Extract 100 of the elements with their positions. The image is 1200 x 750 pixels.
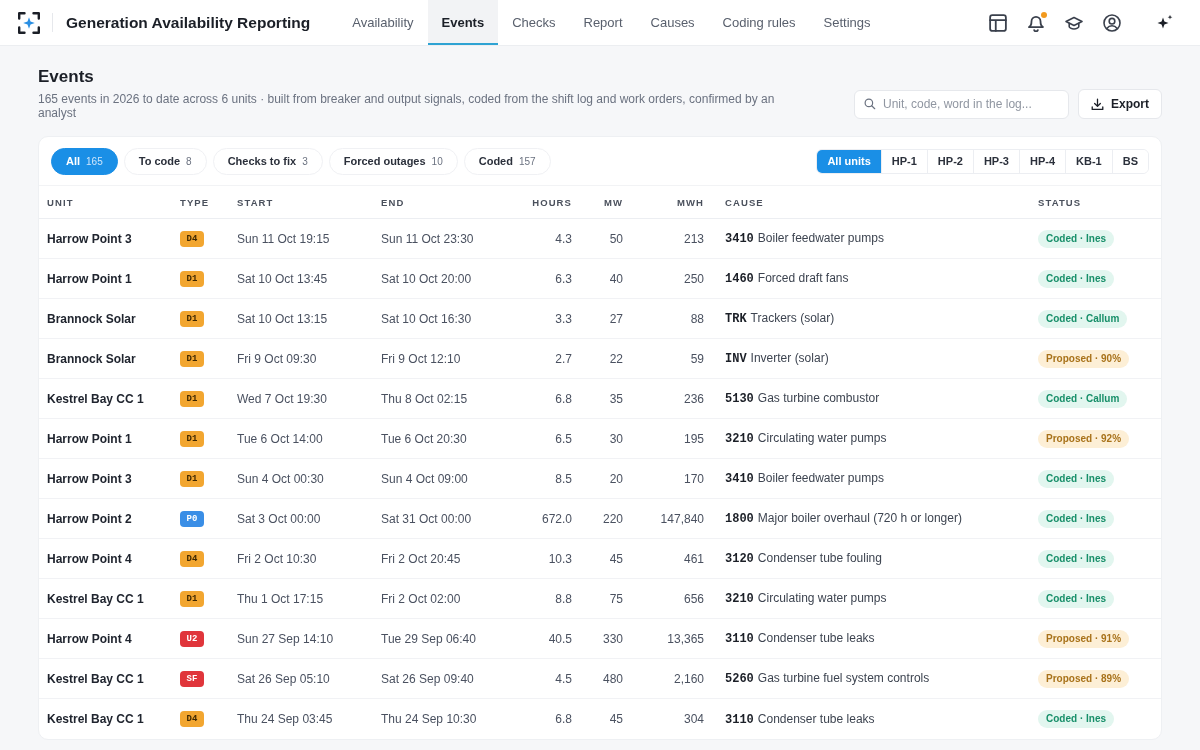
cause-code: INV [725,352,747,366]
cause-description: Condenser tube leaks [757,631,875,645]
cause-code: 1460 [725,272,754,286]
mwh-cell-text: 2,160 [672,671,704,686]
mwh-cell-text: 213 [682,231,704,246]
mw-cell-text: 22 [608,351,623,366]
event-type-tag: P0 [180,510,204,527]
unit-cell-text: Brannock Solar [47,351,137,366]
mw-cell-text: 27 [608,311,623,326]
page-subtitle: 165 events in 2026 to date across 6 units · built from breaker and output signals, coded from the shift log and work orders, confirmed by an analyst [38,92,776,120]
start-cell-text: Thu 24 Sep 03:45 [237,712,334,726]
cause-description: Boiler feedwater pumps [757,471,884,485]
start-cell-text: Fri 9 Oct 09:30 [237,351,318,366]
end-cell-text: Tue 6 Oct 20:30 [381,431,468,446]
event-type-tag: D1 [180,590,204,607]
status-tag: Coded · Ines [1038,710,1114,728]
mw-cell-text: 330 [601,631,623,646]
nav-tab[interactable]: Settings [809,0,885,45]
start-cell-text: Sun 4 Oct 00:30 [237,471,325,486]
start-cell-text: Tue 6 Oct 14:00 [237,431,324,446]
event-type-tag: SF [180,670,204,687]
bell-icon[interactable] [1027,13,1045,32]
end-cell-text: Sun 11 Oct 23:30 [381,231,475,246]
mwh-cell-text: 147,840 [659,511,704,526]
nav-tab[interactable]: Coding rules [708,0,810,45]
mw-cell-text: 45 [608,551,623,566]
column-header: START [237,196,275,208]
event-type-tag: D1 [180,310,204,327]
cause-description: Gas turbine fuel system controls [757,671,930,685]
logo-icon [18,11,40,34]
filter-tab[interactable]: Forced outages 10 [328,147,458,175]
end-cell-text: Fri 2 Oct 20:45 [381,551,462,566]
hours-cell-text: 6.8 [554,391,572,406]
status-tag: Proposed · 89% [1038,669,1130,688]
filter-tab[interactable]: To code 8 [123,147,207,175]
export-button[interactable]: Export [1078,89,1162,119]
unit-cell-text: Harrow Point 4 [47,551,133,566]
unit-cell-text: Kestrel Bay CC 1 [47,712,145,726]
mwh-cell-text: 236 [682,391,704,406]
page-title: Events [38,66,95,88]
mw-cell-text: 35 [608,391,623,406]
cause-code: 3120 [725,552,754,566]
nav-tab[interactable]: Checks [498,0,570,45]
nav-tab[interactable]: Availability [338,0,428,45]
panel-layout-icon[interactable] [989,13,1007,32]
cause-description: Boiler feedwater pumps [757,231,884,245]
unit-filter-tab[interactable]: BS [1111,149,1148,173]
hours-cell-text: 4.5 [554,671,572,686]
cause-code: 5260 [725,672,754,686]
cause-description: Condenser tube leaks [757,711,875,726]
hours-cell-text: 672.0 [540,511,572,526]
status-tag: Coded · Ines [1038,549,1114,568]
column-header: TYPE [180,196,211,208]
nav-tab[interactable]: Report [569,0,637,45]
start-cell-text: Wed 7 Oct 19:30 [237,391,328,406]
nav-tab[interactable]: Events [427,0,499,45]
hours-cell-text: 10.3 [547,551,572,566]
unit-cell-text: Kestrel Bay CC 1 [47,591,145,606]
start-cell-text: Sat 3 Oct 00:00 [237,511,322,526]
start-cell-text: Sat 10 Oct 13:15 [237,311,329,326]
filter-tab[interactable]: Checks to fix 3 [212,147,323,175]
cause-code: 1800 [725,512,754,526]
mwh-cell-text: 195 [682,431,704,446]
hours-cell-text: 6.8 [554,712,572,726]
search-field[interactable]: Unit, code, word in the log... [854,89,1069,119]
mw-cell-text: 30 [608,431,623,446]
cause-code: 3210 [725,592,754,606]
mw-cell-text: 220 [601,511,623,526]
hours-cell-text: 6.3 [554,271,572,286]
start-cell-text: Sun 27 Sep 14:10 [237,631,335,646]
column-header: MWH [675,196,704,208]
mwh-cell-text: 461 [682,551,704,566]
cause-code: 3410 [725,472,754,486]
unit-cell-text: Brannock Solar [47,311,137,326]
filter-tab[interactable]: Coded 157 [463,147,551,175]
download-icon [1091,97,1104,111]
mw-cell-text: 20 [608,471,623,486]
search-icon [864,98,876,110]
unit-cell-text: Kestrel Bay CC 1 [47,391,145,406]
hours-cell-text: 8.5 [554,471,572,486]
mwh-cell-text: 170 [682,471,704,486]
cause-description: Circulating water pumps [757,431,887,445]
end-cell-text: Tue 29 Sep 06:40 [381,631,477,646]
cause-description: Forced draft fans [757,271,849,285]
unit-cell-text: Harrow Point 1 [47,431,133,446]
event-type-tag: D4 [180,230,204,247]
unit-cell-text: Harrow Point 3 [47,471,133,486]
mw-cell-text: 45 [608,712,623,726]
mwh-cell-text: 88 [689,311,704,326]
column-header: CAUSE [724,196,765,208]
mwh-cell-text: 656 [682,591,704,606]
start-cell-text: Sat 10 Oct 13:45 [237,271,329,286]
unit-cell-text: Harrow Point 2 [47,511,133,526]
nav-tab[interactable]: Causes [636,0,709,45]
column-header: HOURS [531,196,572,208]
end-cell-text: Thu 24 Sep 10:30 [381,712,478,726]
status-tag: Coded · Ines [1038,229,1114,248]
start-cell-text: Fri 2 Oct 10:30 [237,551,318,566]
user-circle-icon[interactable] [1103,13,1121,32]
end-cell-text: Sat 26 Sep 09:40 [381,671,475,686]
